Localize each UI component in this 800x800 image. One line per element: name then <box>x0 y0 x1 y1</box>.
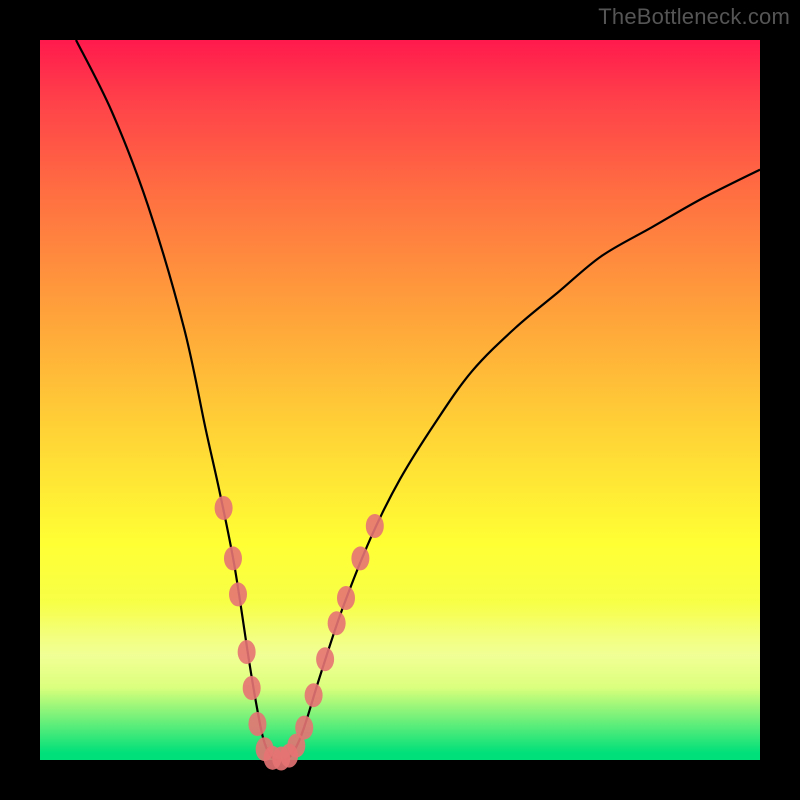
marker-dot <box>280 744 298 768</box>
marker-dot <box>229 582 247 606</box>
marker-dot <box>337 586 355 610</box>
marker-dot <box>305 683 323 707</box>
chart-canvas: TheBottleneck.com <box>0 0 800 800</box>
markers-group <box>215 496 384 771</box>
bottleneck-curve <box>76 40 760 761</box>
marker-dot <box>243 676 261 700</box>
watermark-text: TheBottleneck.com <box>598 4 790 30</box>
marker-dot <box>366 514 384 538</box>
glow-band <box>40 602 760 692</box>
marker-dot <box>264 746 282 770</box>
marker-dot <box>328 611 346 635</box>
plot-area <box>40 40 760 760</box>
marker-dot <box>287 734 305 758</box>
marker-dot <box>351 546 369 570</box>
marker-dot <box>256 737 274 761</box>
marker-dot <box>238 640 256 664</box>
marker-dot <box>215 496 233 520</box>
marker-dot <box>295 716 313 740</box>
marker-dot <box>272 747 290 771</box>
chart-svg <box>40 40 760 760</box>
marker-dot <box>316 647 334 671</box>
marker-dot <box>248 712 266 736</box>
marker-dot <box>224 546 242 570</box>
